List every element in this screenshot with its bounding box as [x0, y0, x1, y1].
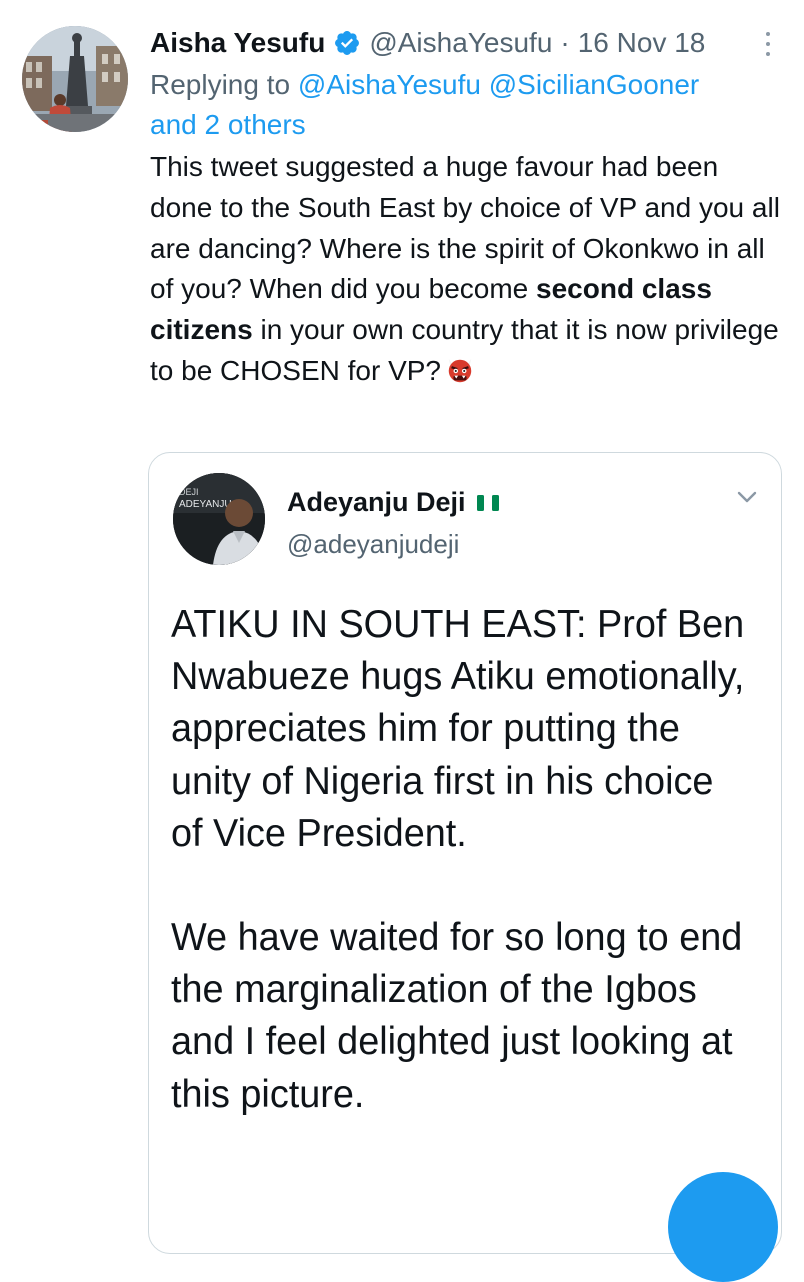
chevron-down-icon[interactable]	[735, 489, 759, 505]
avatar-caption-2: ADEYANJU	[179, 499, 232, 510]
tweet-header: Aisha Yesufu @AishaYesufu · 16 Nov 18	[150, 24, 790, 62]
nigeria-flag-icon	[476, 494, 499, 511]
quoted-author-avatar-photo: DEJI ADEYANJU	[173, 473, 265, 565]
separator-dot: ·	[560, 27, 570, 58]
quoted-author-name[interactable]: Adeyanju Deji	[287, 487, 466, 518]
author-avatar-photo	[22, 26, 128, 132]
tweet-text: This tweet suggested a huge favour had b…	[150, 147, 786, 392]
quoted-author-handle[interactable]: @adeyanjudeji	[287, 529, 459, 560]
japanese-ogre-emoji-icon	[448, 358, 472, 383]
quoted-tweet-text: ATIKU IN SOUTH EAST: Prof Ben Nwabueze h…	[171, 599, 753, 1121]
verified-badge-icon	[335, 31, 360, 55]
quoted-tweet-card[interactable]: DEJI ADEYANJU Adeyanju Deji @adeyanjudej…	[148, 452, 782, 1254]
quoted-author-avatar[interactable]: DEJI ADEYANJU	[173, 473, 265, 565]
quoted-author-name-row: Adeyanju Deji	[287, 487, 500, 518]
replying-to-label: Replying to	[150, 69, 291, 100]
avatar-caption-1: DEJI	[179, 487, 199, 497]
tweet-body: Aisha Yesufu @AishaYesufu · 16 Nov 18 Re…	[150, 24, 790, 392]
replying-to: Replying to @AishaYesufu @SicilianGooner…	[150, 65, 790, 145]
quoted-paragraph-2: We have waited for so long to end the ma…	[171, 916, 743, 1116]
compose-button[interactable]	[668, 1172, 778, 1282]
more-options-icon[interactable]	[764, 32, 772, 56]
author-name[interactable]: Aisha Yesufu	[150, 27, 325, 59]
quoted-paragraph-1: ATIKU IN SOUTH EAST: Prof Ben Nwabueze h…	[171, 603, 745, 855]
author-handle[interactable]: @AishaYesufu	[369, 27, 552, 59]
author-avatar[interactable]	[22, 26, 128, 132]
reply-others-link[interactable]: and 2 others	[150, 109, 306, 140]
tweet-date[interactable]: 16 Nov 18	[578, 27, 706, 59]
reply-handles-link[interactable]: @AishaYesufu @SicilianGooner	[298, 69, 699, 100]
